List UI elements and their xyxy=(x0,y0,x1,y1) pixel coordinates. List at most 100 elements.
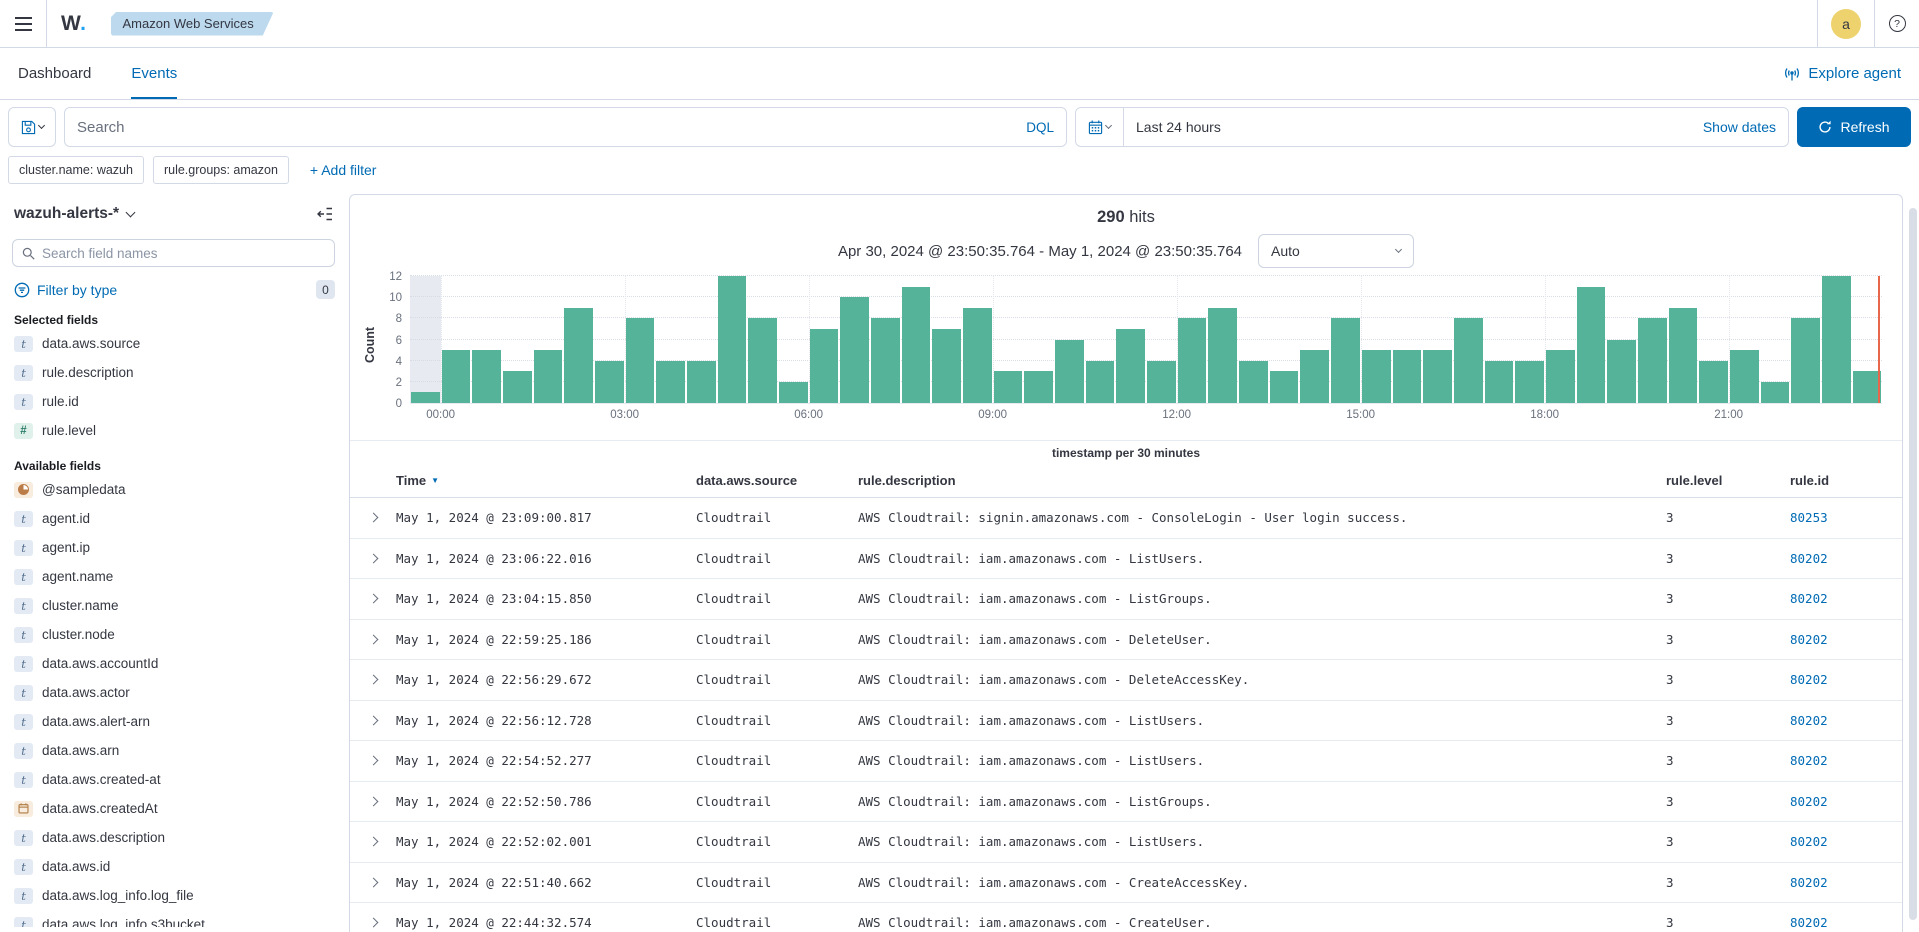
cell-rule-id-link[interactable]: 80202 xyxy=(1790,632,1902,647)
histogram-bar[interactable] xyxy=(1116,329,1145,403)
cell-rule-id-link[interactable]: 80202 xyxy=(1790,672,1902,687)
interval-select[interactable]: Auto xyxy=(1258,234,1414,268)
histogram-bar[interactable] xyxy=(840,297,869,403)
expand-row-button[interactable] xyxy=(350,757,396,764)
histogram-bar[interactable] xyxy=(1607,340,1636,404)
histogram-bar[interactable] xyxy=(1300,350,1329,403)
histogram-bar[interactable] xyxy=(1362,350,1391,403)
histogram-bar[interactable] xyxy=(1730,350,1759,403)
index-pattern-selector[interactable]: wazuh-alerts-* xyxy=(14,205,119,223)
histogram-bar[interactable] xyxy=(595,361,624,403)
expand-row-button[interactable] xyxy=(350,636,396,643)
histogram-bar[interactable] xyxy=(1822,276,1851,403)
field-item-cluster.name[interactable]: tcluster.name xyxy=(8,591,339,620)
collapse-sidebar-icon[interactable] xyxy=(317,207,333,221)
field-search-input[interactable]: Search field names xyxy=(12,239,335,267)
histogram-bar[interactable] xyxy=(1423,350,1452,403)
field-item-data.aws.log_info.log_file[interactable]: tdata.aws.log_info.log_file xyxy=(8,881,339,910)
histogram-bar[interactable] xyxy=(810,329,839,403)
expand-row-button[interactable] xyxy=(350,555,396,562)
menu-icon[interactable] xyxy=(0,0,46,47)
histogram-bar[interactable] xyxy=(932,329,961,403)
filter-pill-rule-groups[interactable]: rule.groups: amazon xyxy=(153,156,289,184)
expand-row-button[interactable] xyxy=(350,595,396,602)
cell-rule-id-link[interactable]: 80202 xyxy=(1790,753,1902,768)
field-item-cluster.node[interactable]: tcluster.node xyxy=(8,620,339,649)
field-item-@sampledata[interactable]: @sampledata xyxy=(8,475,339,504)
field-item-data.aws.arn[interactable]: tdata.aws.arn xyxy=(8,736,339,765)
histogram-bar[interactable] xyxy=(1393,350,1422,403)
histogram-bar[interactable] xyxy=(1270,371,1299,403)
field-item-rule.description[interactable]: trule.description xyxy=(8,358,339,387)
expand-row-button[interactable] xyxy=(350,798,396,805)
refresh-button[interactable]: Refresh xyxy=(1797,107,1911,147)
histogram-bar[interactable] xyxy=(687,361,716,403)
histogram-bar[interactable] xyxy=(963,308,992,403)
expand-row-button[interactable] xyxy=(350,838,396,845)
field-item-data.aws.description[interactable]: tdata.aws.description xyxy=(8,823,339,852)
histogram-bar[interactable] xyxy=(534,350,563,403)
saved-query-button[interactable] xyxy=(8,107,56,147)
vertical-scrollbar[interactable] xyxy=(1909,208,1917,920)
field-item-rule.level[interactable]: #rule.level xyxy=(8,416,339,445)
time-range-value[interactable]: Last 24 hours xyxy=(1124,119,1703,135)
histogram-bar[interactable] xyxy=(902,287,931,403)
histogram-bar[interactable] xyxy=(1669,308,1698,403)
cell-rule-id-link[interactable]: 80253 xyxy=(1790,510,1902,525)
field-item-agent.ip[interactable]: tagent.ip xyxy=(8,533,339,562)
histogram-bar[interactable] xyxy=(564,308,593,403)
field-item-agent.id[interactable]: tagent.id xyxy=(8,504,339,533)
breadcrumb[interactable]: Amazon Web Services xyxy=(111,12,274,36)
search-input[interactable]: Search DQL xyxy=(64,107,1067,147)
calendar-menu-button[interactable] xyxy=(1076,108,1124,146)
filter-by-type[interactable]: Filter by type 0 xyxy=(14,280,335,299)
histogram-bar[interactable] xyxy=(1147,361,1176,403)
histogram-bar[interactable] xyxy=(994,371,1023,403)
histogram-bar[interactable] xyxy=(1638,318,1667,403)
histogram-bar[interactable] xyxy=(1546,350,1575,403)
histogram-bar[interactable] xyxy=(1208,308,1237,403)
histogram-bar[interactable] xyxy=(1791,318,1820,403)
histogram-bar[interactable] xyxy=(748,318,777,403)
expand-row-button[interactable] xyxy=(350,879,396,886)
histogram-bar[interactable] xyxy=(1086,361,1115,403)
histogram-bar[interactable] xyxy=(1577,287,1606,403)
field-item-data.aws.actor[interactable]: tdata.aws.actor xyxy=(8,678,339,707)
field-item-data.aws.accountId[interactable]: tdata.aws.accountId xyxy=(8,649,339,678)
histogram-bar[interactable] xyxy=(1331,318,1360,403)
histogram-bar[interactable] xyxy=(503,371,532,403)
cell-rule-id-link[interactable]: 80202 xyxy=(1790,713,1902,728)
histogram-bar[interactable] xyxy=(718,276,747,403)
field-item-rule.id[interactable]: trule.id xyxy=(8,387,339,416)
histogram-bar[interactable] xyxy=(1515,361,1544,403)
field-item-data.aws.created-at[interactable]: tdata.aws.created-at xyxy=(8,765,339,794)
cell-rule-id-link[interactable]: 80202 xyxy=(1790,834,1902,849)
cell-rule-id-link[interactable]: 80202 xyxy=(1790,875,1902,890)
histogram-bar[interactable] xyxy=(871,318,900,403)
histogram-bar[interactable] xyxy=(1024,371,1053,403)
add-filter-button[interactable]: + Add filter xyxy=(310,162,377,178)
histogram-bar[interactable] xyxy=(1761,382,1790,403)
histogram-bar[interactable] xyxy=(472,350,501,403)
filter-pill-cluster-name[interactable]: cluster.name: wazuh xyxy=(8,156,144,184)
field-item-data.aws.createdAt[interactable]: data.aws.createdAt xyxy=(8,794,339,823)
expand-row-button[interactable] xyxy=(350,717,396,724)
field-item-data.aws.source[interactable]: tdata.aws.source xyxy=(8,329,339,358)
field-item-data.aws.id[interactable]: tdata.aws.id xyxy=(8,852,339,881)
cell-rule-id-link[interactable]: 80202 xyxy=(1790,591,1902,606)
histogram-bar[interactable] xyxy=(1699,361,1728,403)
histogram-bar[interactable] xyxy=(1239,361,1268,403)
column-header-description[interactable]: rule.description xyxy=(858,473,1666,488)
histogram-bar[interactable] xyxy=(1853,371,1882,403)
cell-rule-id-link[interactable]: 80202 xyxy=(1790,794,1902,809)
cell-rule-id-link[interactable]: 80202 xyxy=(1790,551,1902,566)
column-header-level[interactable]: rule.level xyxy=(1666,473,1790,488)
histogram-bar[interactable] xyxy=(1055,340,1084,404)
tab-dashboard[interactable]: Dashboard xyxy=(18,48,91,99)
expand-row-button[interactable] xyxy=(350,514,396,521)
histogram-bar[interactable] xyxy=(656,361,685,403)
column-header-source[interactable]: data.aws.source xyxy=(696,473,858,488)
wazuh-logo[interactable]: W. xyxy=(47,12,101,36)
histogram-bar[interactable] xyxy=(779,382,808,403)
cell-rule-id-link[interactable]: 80202 xyxy=(1790,915,1902,930)
